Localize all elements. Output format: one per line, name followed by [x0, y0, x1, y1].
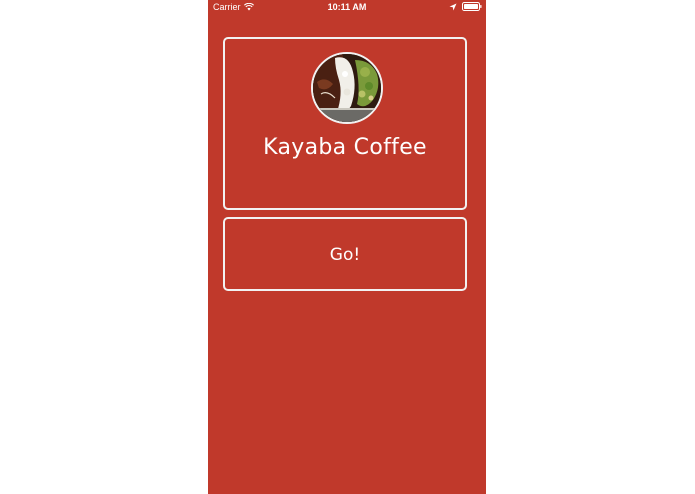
location-icon	[449, 3, 457, 10]
battery-icon	[462, 2, 482, 11]
go-button-label: Go!	[329, 245, 361, 265]
profile-card: Kayaba Coffee	[223, 37, 467, 210]
go-button[interactable]: Go!	[223, 217, 467, 291]
app-screen: Carrier 10:11 AM Kayaba Coffee Go!	[208, 0, 486, 494]
cafe-name: Kayaba Coffee	[263, 135, 427, 160]
status-right-group	[449, 2, 482, 11]
status-time: 10:11 AM	[327, 2, 367, 12]
food-photo-image	[313, 54, 381, 122]
status-bar: Carrier 10:11 AM	[208, 0, 486, 14]
food-photo-avatar	[311, 52, 383, 124]
